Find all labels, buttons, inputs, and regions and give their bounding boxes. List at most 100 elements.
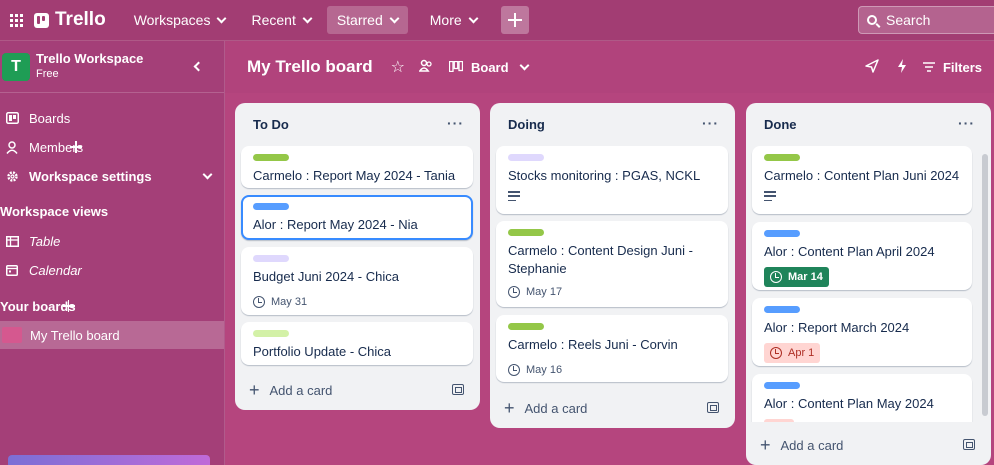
card[interactable]: Carmelo : Report May 2024 - Tania: [241, 146, 473, 188]
create-button[interactable]: [500, 6, 529, 34]
automation-icon[interactable]: [897, 58, 907, 76]
card-title: Alor : Content Plan April 2024: [764, 244, 935, 259]
list-menu-icon[interactable]: ···: [702, 115, 719, 131]
card[interactable]: Alor : Report March 2024 Apr 1: [752, 298, 972, 366]
card-template-icon[interactable]: [707, 402, 719, 413]
board-view-switcher[interactable]: Board: [448, 60, 529, 75]
board-header: My Trello board ☆ Board Filters: [225, 41, 994, 93]
sidebar-item-calendar[interactable]: Calendar: [0, 256, 224, 284]
person-icon: [5, 140, 19, 154]
sidebar-board-my-trello-board[interactable]: My Trello board: [0, 321, 224, 349]
chevron-down-icon: [519, 60, 529, 70]
card-label: [764, 154, 800, 161]
sidebar-item-label: Workspace settings: [29, 168, 152, 184]
filter-icon: [922, 60, 935, 75]
plus-icon: +: [249, 380, 260, 400]
list-menu-icon[interactable]: ···: [447, 115, 464, 131]
card[interactable]: Stocks monitoring : PGAS, NCKL: [496, 146, 728, 214]
plus-icon: +: [504, 398, 515, 418]
clock-icon: [770, 347, 782, 359]
card[interactable]: Carmelo : Content Plan Juni 2024: [752, 146, 972, 214]
starred-menu[interactable]: Starred: [326, 6, 408, 34]
trello-logo-icon: [34, 12, 49, 28]
due-date-badge[interactable]: Mar 14: [764, 267, 829, 287]
description-icon: [508, 191, 520, 201]
list-title[interactable]: Done: [764, 117, 797, 132]
card-title: Portfolio Update - Chica: [253, 344, 392, 359]
card-title: Alor : Report March 2024: [764, 320, 910, 335]
card-title: Carmelo : Content Plan Juni 2024: [764, 168, 960, 183]
card-label: [508, 323, 544, 330]
power-ups-icon[interactable]: [865, 58, 879, 76]
add-card-button[interactable]: + Add a card: [504, 398, 587, 419]
add-member-icon[interactable]: [70, 141, 83, 153]
chevron-down-icon: [217, 13, 227, 23]
search-input[interactable]: Search: [858, 6, 994, 34]
workspace-header: T Trello Workspace Free: [0, 41, 224, 93]
sidebar-item-table[interactable]: Table: [0, 227, 224, 255]
list-title[interactable]: To Do: [253, 117, 289, 132]
due-date-badge[interactable]: Apr 1: [764, 343, 821, 363]
plus-icon: +: [760, 435, 771, 455]
upgrade-banner[interactable]: [8, 455, 210, 465]
app-switcher-icon[interactable]: [4, 8, 28, 32]
chevron-down-icon[interactable]: [202, 169, 213, 179]
description-icon: [764, 191, 776, 201]
due-date-badge[interactable]: May 17: [508, 282, 562, 302]
filters-button[interactable]: Filters: [922, 60, 982, 75]
clock-icon: [508, 364, 520, 376]
clock-icon: [253, 296, 265, 308]
card-template-icon[interactable]: [963, 439, 975, 450]
sidebar-item-members[interactable]: Members: [0, 133, 224, 161]
add-card-button[interactable]: + Add a card: [760, 435, 843, 456]
sidebar-item-label: Table: [29, 233, 61, 249]
card-title: Budget Juni 2024 - Chica: [253, 269, 399, 284]
sidebar-item-label: My Trello board: [30, 327, 120, 343]
recent-menu[interactable]: Recent: [241, 6, 320, 34]
card-label: [508, 154, 544, 161]
collapse-sidebar-icon[interactable]: [193, 61, 204, 72]
workspace-visibility-icon[interactable]: [418, 59, 433, 75]
card[interactable]: Budget Juni 2024 - Chica May 31: [241, 247, 473, 315]
workspaces-menu[interactable]: Workspaces: [124, 6, 236, 34]
card-label: [764, 306, 800, 313]
search-icon: [867, 15, 877, 25]
card[interactable]: Alor : Report May 2024 - Nia: [241, 195, 473, 240]
chevron-down-icon: [302, 13, 313, 23]
workspace-avatar[interactable]: T: [2, 52, 30, 81]
board-icon: [5, 112, 19, 124]
card-title: Stocks monitoring : PGAS, NCKL: [508, 168, 701, 183]
card[interactable]: Alor : Content Plan April 2024 Mar 14: [752, 222, 972, 290]
more-menu[interactable]: More: [420, 6, 487, 34]
card[interactable]: Carmelo : Content Design Juni - Stephani…: [496, 221, 728, 307]
card-title: Carmelo : Content Design Juni - Stephani…: [508, 243, 693, 276]
list-cards-scroll[interactable]: Carmelo : Content Plan Juni 2024 Alor : …: [746, 146, 991, 422]
card[interactable]: Alor : Content Plan May 2024: [752, 374, 972, 422]
list-scrollbar[interactable]: [982, 154, 988, 416]
calendar-icon: [5, 264, 19, 276]
star-icon[interactable]: ☆: [391, 57, 405, 77]
due-date-badge[interactable]: May 16: [508, 360, 562, 380]
your-boards-heading: Your boards: [0, 299, 76, 314]
sidebar-item-boards[interactable]: Boards: [0, 104, 224, 132]
card-template-icon[interactable]: [452, 384, 464, 395]
sidebar-item-label: Calendar: [29, 262, 82, 278]
workspace-name[interactable]: Trello Workspace: [36, 51, 143, 67]
sidebar-item-workspace-settings[interactable]: Workspace settings: [0, 162, 224, 190]
add-card-button[interactable]: + Add a card: [249, 380, 332, 401]
due-date-badge[interactable]: [764, 419, 794, 422]
search-placeholder: Search: [886, 12, 931, 28]
list-menu-icon[interactable]: ···: [958, 115, 975, 131]
table-icon: [5, 235, 19, 247]
board-title[interactable]: My Trello board: [247, 57, 373, 77]
card[interactable]: Carmelo : Reels Juni - Corvin May 16: [496, 315, 728, 382]
due-date-badge[interactable]: May 31: [253, 292, 307, 312]
chevron-down-icon: [389, 13, 400, 23]
trello-logo[interactable]: Trello: [34, 9, 106, 31]
board-color-swatch: [2, 327, 22, 343]
clock-icon: [508, 286, 520, 298]
list-title[interactable]: Doing: [508, 117, 545, 132]
board-view-icon: [448, 60, 464, 75]
chevron-down-icon: [468, 13, 479, 23]
card[interactable]: Portfolio Update - Chica: [241, 322, 473, 365]
